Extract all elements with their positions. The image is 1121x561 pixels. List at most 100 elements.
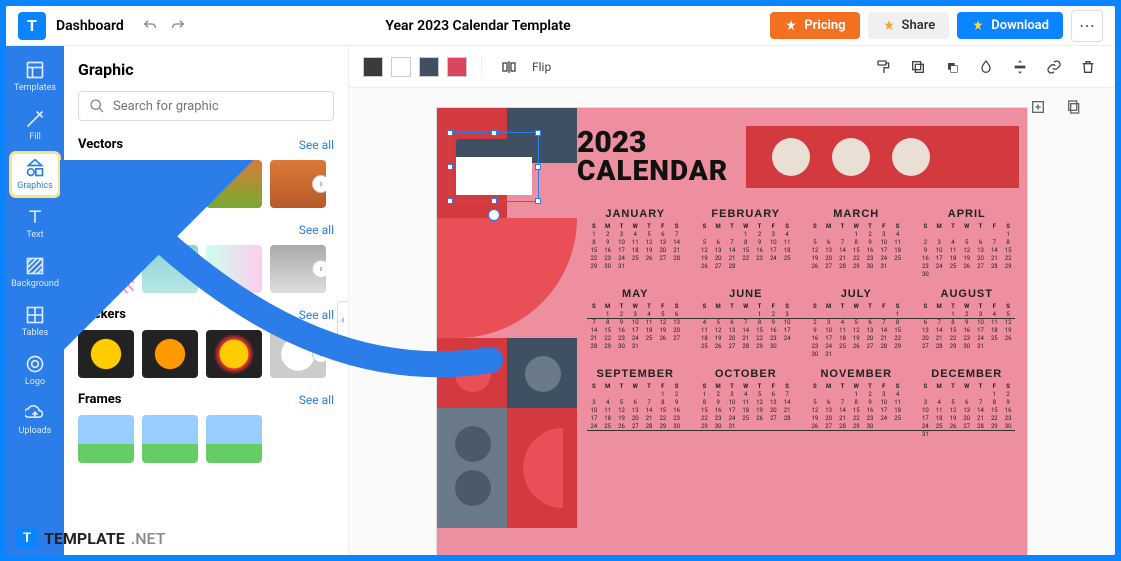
rail-text[interactable]: Text bbox=[10, 201, 60, 246]
dashboard-link[interactable]: Dashboard bbox=[56, 18, 124, 34]
calendar-grid: JANUARYSMTWTFS12345678910111213141516171… bbox=[587, 208, 1015, 438]
document-title[interactable]: Year 2023 Calendar Template bbox=[194, 18, 763, 34]
search-icon bbox=[89, 98, 105, 114]
month-december: DECEMBERSMTWTFS 123456789101112131415161… bbox=[919, 368, 1016, 438]
month-name: MARCH bbox=[808, 208, 905, 220]
separator bbox=[481, 56, 482, 78]
rail-tables[interactable]: Tables bbox=[10, 299, 60, 344]
paint-roller-icon[interactable] bbox=[871, 54, 897, 80]
section-title: Stickers bbox=[78, 307, 126, 322]
rail-label: Uploads bbox=[19, 426, 52, 436]
sticker-thumb[interactable] bbox=[142, 330, 198, 378]
search-box[interactable] bbox=[78, 91, 334, 121]
trash-icon[interactable] bbox=[1075, 54, 1101, 80]
rail-label: Templates bbox=[14, 83, 56, 93]
calendar-page[interactable]: 2023 CALENDAR JANUARYSMTWTFS123456789101… bbox=[437, 108, 1027, 555]
section-title: Vectors bbox=[78, 137, 123, 152]
vector-thumb[interactable] bbox=[78, 160, 134, 208]
sticker-thumb[interactable] bbox=[78, 330, 134, 378]
color-swatch[interactable] bbox=[363, 57, 383, 77]
more-menu-button[interactable]: ⋯ bbox=[1071, 10, 1103, 42]
pricing-button[interactable]: Pricing bbox=[770, 12, 859, 39]
month-name: MAY bbox=[587, 288, 684, 300]
calendar-header: 2023 CALENDAR bbox=[577, 126, 1019, 188]
rail-graphics[interactable]: Graphics bbox=[10, 152, 60, 197]
see-all-vectors[interactable]: See all bbox=[299, 138, 334, 152]
graphics-panel: Graphic Vectors See all › Illustrations Se… bbox=[64, 46, 349, 555]
month-name: JUNE bbox=[698, 288, 795, 300]
illustration-thumb[interactable] bbox=[78, 245, 134, 293]
illustration-thumb[interactable] bbox=[206, 245, 262, 293]
month-name: DECEMBER bbox=[919, 368, 1016, 380]
month-name: NOVEMBER bbox=[808, 368, 905, 380]
flip-button[interactable] bbox=[496, 54, 522, 80]
scroll-right-icon[interactable]: › bbox=[312, 175, 326, 193]
undo-button[interactable] bbox=[138, 14, 162, 38]
scroll-right-icon[interactable]: › bbox=[312, 260, 326, 278]
droplet-icon[interactable] bbox=[973, 54, 999, 80]
rail-fill[interactable]: Fill bbox=[10, 103, 60, 148]
frame-thumb[interactable] bbox=[142, 415, 198, 463]
canvas[interactable]: 2023 CALENDAR JANUARYSMTWTFS123456789101… bbox=[349, 88, 1115, 555]
section-frames: Frames See all bbox=[78, 392, 334, 463]
month-march: MARCHSMTWTFS 123456789101112131415161718… bbox=[808, 208, 905, 278]
calendar-word: CALENDAR bbox=[577, 158, 728, 185]
share-button[interactable]: Share bbox=[868, 12, 950, 39]
collapse-panel-button[interactable]: ‹ bbox=[337, 301, 349, 341]
pricing-label: Pricing bbox=[804, 18, 845, 33]
rail-uploads[interactable]: Uploads bbox=[10, 397, 60, 442]
month-january: JANUARYSMTWTFS12345678910111213141516171… bbox=[587, 208, 684, 278]
red-bar bbox=[746, 126, 1019, 188]
color-swatch[interactable] bbox=[447, 57, 467, 77]
download-button[interactable]: Download bbox=[957, 12, 1063, 39]
section-title: Frames bbox=[78, 392, 121, 407]
month-november: NOVEMBERSMTWTFS 123456789101112131415161… bbox=[808, 368, 905, 438]
month-name: SEPTEMBER bbox=[587, 368, 684, 380]
selected-graphic[interactable] bbox=[449, 132, 539, 202]
month-name: OCTOBER bbox=[698, 368, 795, 380]
copy-icon[interactable] bbox=[905, 54, 931, 80]
section-title: Illustrations bbox=[78, 222, 148, 237]
layer-icon[interactable] bbox=[939, 54, 965, 80]
rail-background[interactable]: Background bbox=[10, 250, 60, 295]
see-all-stickers[interactable]: See all bbox=[299, 308, 334, 322]
link-icon[interactable] bbox=[1041, 54, 1067, 80]
circle-decoration bbox=[772, 138, 810, 176]
sticker-thumb[interactable]: › bbox=[270, 330, 326, 378]
panel-title: Graphic bbox=[78, 60, 334, 79]
download-label: Download bbox=[991, 18, 1049, 33]
sticker-thumb[interactable] bbox=[206, 330, 262, 378]
duplicate-page-icon[interactable] bbox=[1061, 94, 1087, 120]
vector-thumb[interactable] bbox=[142, 160, 198, 208]
circle-decoration bbox=[832, 138, 870, 176]
month-name: FEBRUARY bbox=[698, 208, 795, 220]
illustration-thumb[interactable] bbox=[142, 245, 198, 293]
color-swatch[interactable] bbox=[419, 57, 439, 77]
rotate-handle[interactable] bbox=[488, 209, 500, 221]
vector-thumb[interactable] bbox=[206, 160, 262, 208]
color-swatch[interactable] bbox=[391, 57, 411, 77]
redo-button[interactable] bbox=[166, 14, 190, 38]
see-all-illustrations[interactable]: See all bbox=[299, 223, 334, 237]
month-name: JULY bbox=[808, 288, 905, 300]
app-logo[interactable]: T bbox=[18, 12, 46, 40]
frame-thumb[interactable] bbox=[78, 415, 134, 463]
rail-label: Logo bbox=[25, 377, 45, 387]
vector-thumb[interactable]: › bbox=[270, 160, 326, 208]
circle-decoration bbox=[892, 138, 930, 176]
section-stickers: Stickers See all › bbox=[78, 307, 334, 378]
scroll-right-icon[interactable]: › bbox=[312, 345, 326, 363]
add-page-icon[interactable] bbox=[1025, 94, 1051, 120]
illustration-thumb[interactable]: › bbox=[270, 245, 326, 293]
search-input[interactable] bbox=[113, 99, 323, 114]
rail-logo[interactable]: Logo bbox=[10, 348, 60, 393]
rail-templates[interactable]: Templates bbox=[10, 54, 60, 99]
month-september: SEPTEMBERSMTWTFS 12345678910111213141516… bbox=[587, 368, 684, 438]
align-icon[interactable] bbox=[1007, 54, 1033, 80]
month-october: OCTOBERSMTWTFS12345678910111213141516171… bbox=[698, 368, 795, 438]
frame-thumb[interactable] bbox=[206, 415, 262, 463]
rail-label: Graphics bbox=[17, 181, 52, 191]
see-all-frames[interactable]: See all bbox=[299, 393, 334, 407]
app-root: T Dashboard Year 2023 Calendar Template … bbox=[6, 6, 1115, 555]
body: Templates Fill Graphics Text Background … bbox=[6, 46, 1115, 555]
